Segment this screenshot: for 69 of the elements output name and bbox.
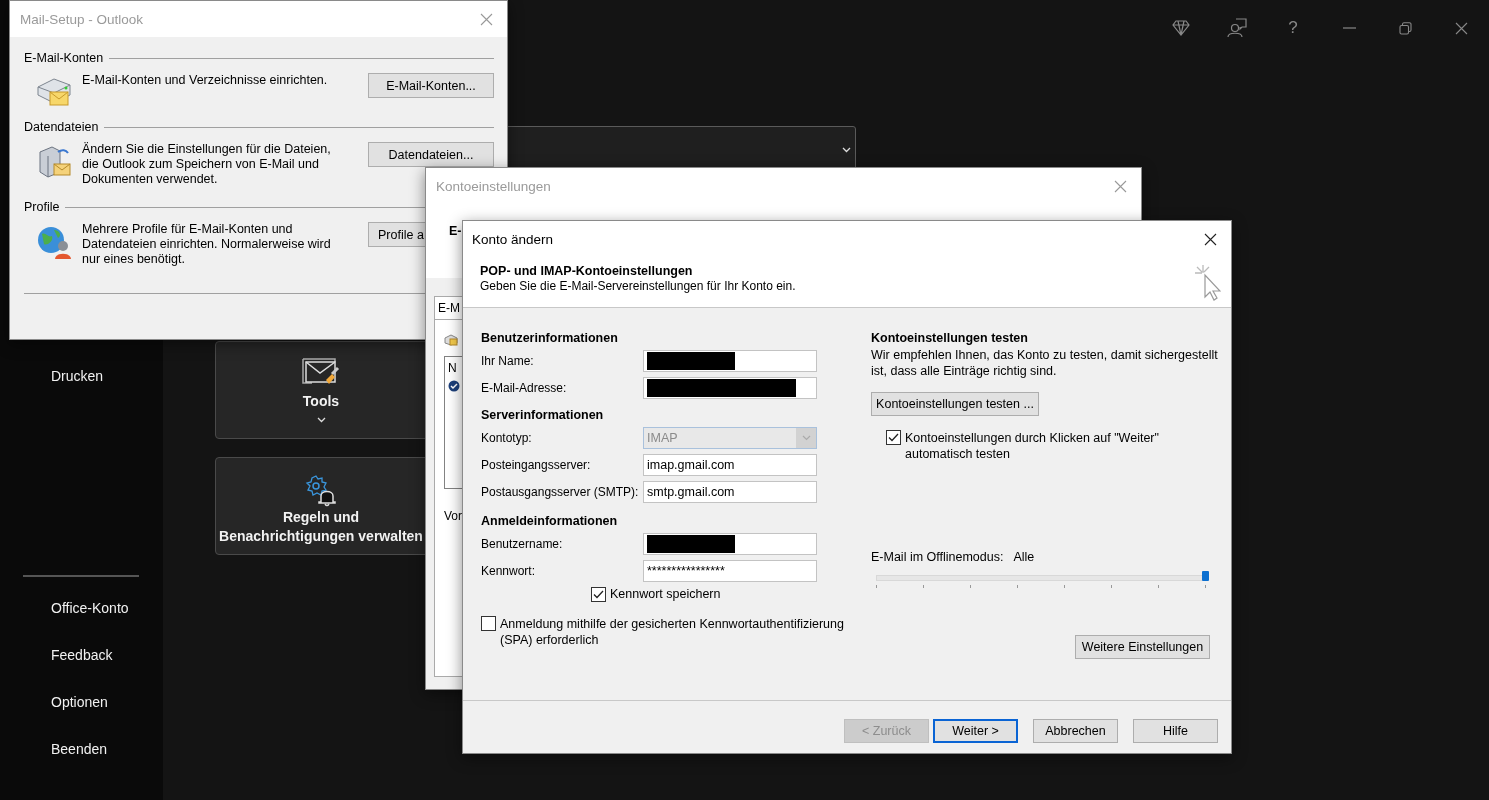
field-label: Benutzername: bbox=[481, 536, 563, 551]
dialog-button[interactable]: Abbrechen bbox=[1033, 719, 1118, 743]
help-button[interactable]: ? bbox=[1288, 18, 1298, 38]
chevron-down-icon bbox=[801, 434, 811, 441]
slider-thumb[interactable] bbox=[1202, 571, 1209, 581]
input-field[interactable]: **************** bbox=[643, 559, 817, 582]
tab[interactable]: E-M bbox=[434, 296, 464, 319]
input-field[interactable] bbox=[643, 349, 817, 372]
header-title: POP- und IMAP-Kontoeinstellungen bbox=[480, 264, 693, 278]
description-text: Wir empfehlen Ihnen, das Konto zu testen, damit sichergestellt ist, dass alle Einträge richtig sind. bbox=[871, 347, 1218, 379]
column-header: N bbox=[448, 361, 457, 375]
minimize-icon[interactable] bbox=[1342, 27, 1356, 29]
header-subtitle: Geben Sie die E-Mail-Servereinstellungen für Ihr Konto ein. bbox=[480, 279, 796, 293]
dialog-button[interactable]: E-Mail-Konten... bbox=[368, 73, 494, 98]
file-envelope-icon bbox=[36, 144, 72, 180]
section-heading: Profile bbox=[24, 200, 60, 214]
checkbox-label: Anmeldung mithilfe der gesicherten Kennwortauthentifizierung (SPA) erforderlich bbox=[500, 616, 844, 648]
section-heading: Kontoeinstellungen testen bbox=[871, 330, 1029, 347]
diamond-icon[interactable] bbox=[1172, 20, 1190, 36]
section-heading: E- bbox=[449, 224, 462, 238]
field-label: Postausgangsserver (SMTP): bbox=[481, 484, 639, 499]
window-title: Kontoeinstellungen bbox=[436, 178, 551, 194]
field-label: Kontotyp: bbox=[481, 430, 532, 445]
description-text: Ändern Sie die Einstellungen für die Dateien, die Outlook zum Speichern von E-Mail und Dokumenten verwendet. bbox=[82, 142, 332, 187]
checkbox[interactable] bbox=[886, 430, 901, 445]
slider-value: Alle bbox=[1013, 550, 1035, 564]
checkbox[interactable] bbox=[481, 616, 496, 631]
checkbox-label: Kontoeinstellungen durch Klicken auf "Weiter" automatisch testen bbox=[905, 430, 1159, 462]
section-heading: Anmeldeinformationen bbox=[481, 513, 619, 530]
input-field[interactable]: imap.gmail.com bbox=[643, 453, 817, 476]
check-circle-icon bbox=[448, 380, 460, 392]
gear-bell-icon bbox=[303, 474, 339, 508]
field-label: E-Mail-Adresse: bbox=[481, 380, 567, 395]
section-heading: Serverinformationen bbox=[481, 407, 605, 424]
sidebar-item[interactable]: Optionen bbox=[0, 679, 163, 726]
window-title: Mail-Setup - Outlook bbox=[20, 11, 144, 27]
dialog-button[interactable]: Datendateien... bbox=[368, 142, 494, 167]
slider-label: E-Mail im Offlinemodus: bbox=[871, 550, 1004, 564]
sidebar-item[interactable]: Office-Konto bbox=[0, 585, 163, 632]
more-settings-button[interactable]: Weitere Einstellungen bbox=[1075, 635, 1210, 659]
input-field[interactable]: smtp.gmail.com bbox=[643, 480, 817, 503]
sidebar-item[interactable]: Drucken bbox=[0, 353, 163, 400]
input-field[interactable] bbox=[643, 532, 817, 555]
window-title: Konto ändern bbox=[472, 231, 554, 247]
sidebar-item[interactable]: Beenden bbox=[0, 726, 163, 773]
dialog-button[interactable]: Weiter > bbox=[933, 719, 1018, 743]
field-label: Kennwort: bbox=[481, 563, 536, 578]
sidebar-item[interactable]: Feedback bbox=[0, 632, 163, 679]
globe-user-icon bbox=[36, 224, 72, 260]
close-icon[interactable] bbox=[1204, 232, 1217, 246]
section-heading: Benutzerinformationen bbox=[481, 330, 619, 347]
checkbox[interactable] bbox=[591, 586, 606, 602]
chevron-down-icon bbox=[842, 146, 851, 153]
field-label: Ihr Name: bbox=[481, 353, 534, 368]
envelope-icon bbox=[444, 334, 458, 346]
description-text: Mehrere Profile für E-Mail-Konten und Datendateien einrichten. Normalerweise wird nur eines benötigt. bbox=[82, 222, 332, 267]
server-envelope-icon bbox=[36, 75, 72, 107]
section-heading: Datendateien bbox=[24, 120, 99, 134]
input-field[interactable] bbox=[643, 376, 817, 399]
section-heading: E-Mail-Konten bbox=[24, 51, 104, 65]
chevron-down-icon bbox=[316, 417, 326, 423]
dialog-button[interactable]: Hilfe bbox=[1133, 719, 1218, 743]
field-label: Posteingangsserver: bbox=[481, 457, 591, 472]
test-settings-button[interactable]: Kontoeinstellungen testen ... bbox=[871, 392, 1039, 416]
description-text: E-Mail-Konten und Verzeichnisse einrichten. bbox=[82, 73, 329, 88]
checkbox-label: Kennwort speichern bbox=[610, 586, 721, 602]
cursor-sparkle-icon bbox=[1193, 263, 1221, 301]
person-comment-icon[interactable] bbox=[1227, 18, 1247, 38]
restore-icon[interactable] bbox=[1398, 21, 1412, 35]
